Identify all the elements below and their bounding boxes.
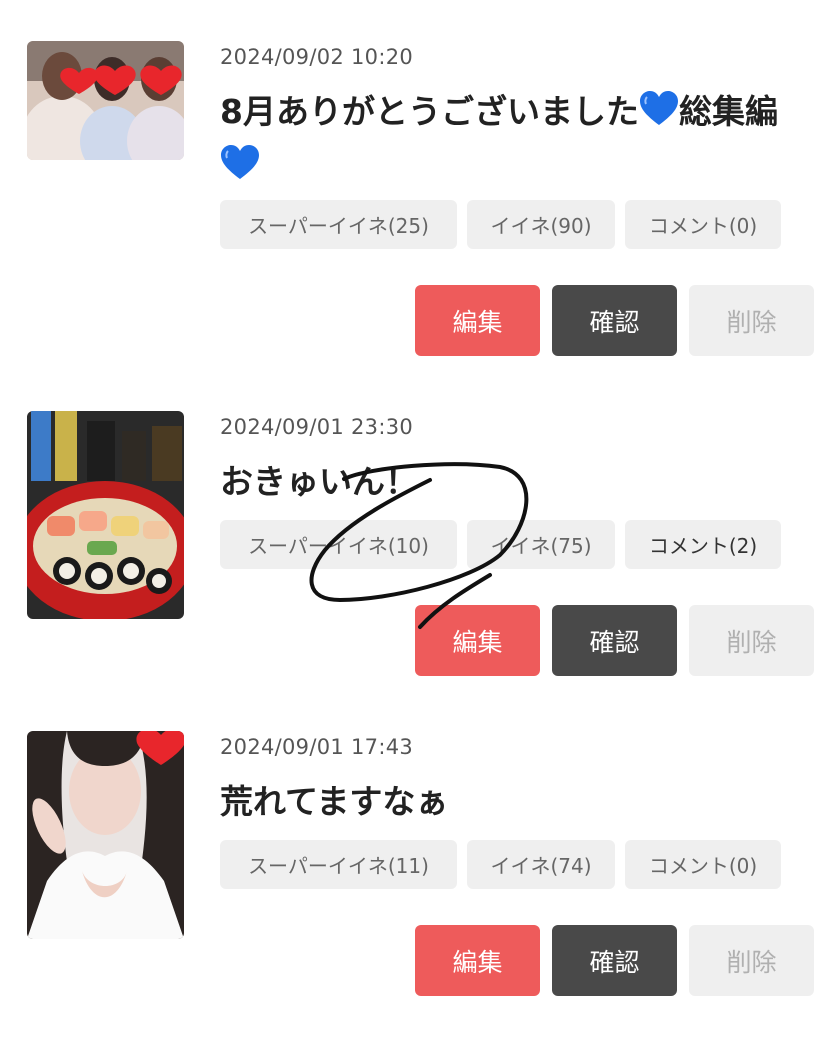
group-photo-icon (27, 41, 184, 160)
like-chip[interactable]: イイネ(90) (467, 200, 615, 249)
delete-button[interactable]: 削除 (689, 925, 814, 996)
comment-chip[interactable]: コメント(0) (625, 840, 781, 889)
post-title-text: 8月ありがとうございました (220, 92, 639, 131)
blue-heart-icon (639, 91, 678, 125)
delete-button[interactable]: 削除 (689, 285, 814, 356)
like-chip[interactable]: イイネ(75) (467, 520, 615, 569)
delete-button[interactable]: 削除 (689, 605, 814, 676)
blue-heart-icon (221, 145, 259, 179)
reaction-chips: スーパーイイネ(10) イイネ(75) コメント(2) (220, 520, 781, 569)
confirm-button[interactable]: 確認 (552, 285, 677, 356)
confirm-button[interactable]: 確認 (552, 605, 677, 676)
post-item: 2024/09/02 10:20 8月ありがとうございました 総集編 スーパーイイ… (0, 41, 840, 371)
post-actions: 編集 確認 削除 (415, 285, 814, 356)
edit-button[interactable]: 編集 (415, 925, 540, 996)
comment-chip[interactable]: コメント(2) (625, 520, 781, 569)
sushi-photo-icon (27, 411, 184, 619)
edit-button[interactable]: 編集 (415, 605, 540, 676)
post-item: 2024/09/01 17:43 荒れてますなぁ スーパーイイネ(11) イイネ… (0, 731, 840, 1011)
post-thumbnail[interactable] (27, 41, 184, 160)
super-like-chip[interactable]: スーパーイイネ(25) (220, 200, 457, 249)
edit-button[interactable]: 編集 (415, 285, 540, 356)
post-actions: 編集 確認 削除 (415, 605, 814, 676)
post-thumbnail[interactable] (27, 731, 184, 939)
reaction-chips: スーパーイイネ(11) イイネ(74) コメント(0) (220, 840, 781, 889)
post-title[interactable]: おきゅいん！ (220, 455, 810, 509)
portrait-photo-icon (27, 731, 184, 939)
post-thumbnail[interactable] (27, 411, 184, 619)
post-date: 2024/09/02 10:20 (220, 45, 414, 69)
post-date: 2024/09/01 17:43 (220, 735, 414, 759)
confirm-button[interactable]: 確認 (552, 925, 677, 996)
post-item: 2024/09/01 23:30 おきゅいん！ スーパーイイネ(10) イイネ(… (0, 411, 840, 691)
post-title-text: 総集編 (678, 92, 778, 131)
comment-chip[interactable]: コメント(0) (625, 200, 781, 249)
post-title[interactable]: 荒れてますなぁ (220, 775, 810, 829)
super-like-chip[interactable]: スーパーイイネ(10) (220, 520, 457, 569)
reaction-chips: スーパーイイネ(25) イイネ(90) コメント(0) (220, 200, 781, 249)
post-actions: 編集 確認 削除 (415, 925, 814, 996)
post-date: 2024/09/01 23:30 (220, 415, 414, 439)
post-title[interactable]: 8月ありがとうございました 総集編 (220, 85, 810, 193)
super-like-chip[interactable]: スーパーイイネ(11) (220, 840, 457, 889)
like-chip[interactable]: イイネ(74) (467, 840, 615, 889)
